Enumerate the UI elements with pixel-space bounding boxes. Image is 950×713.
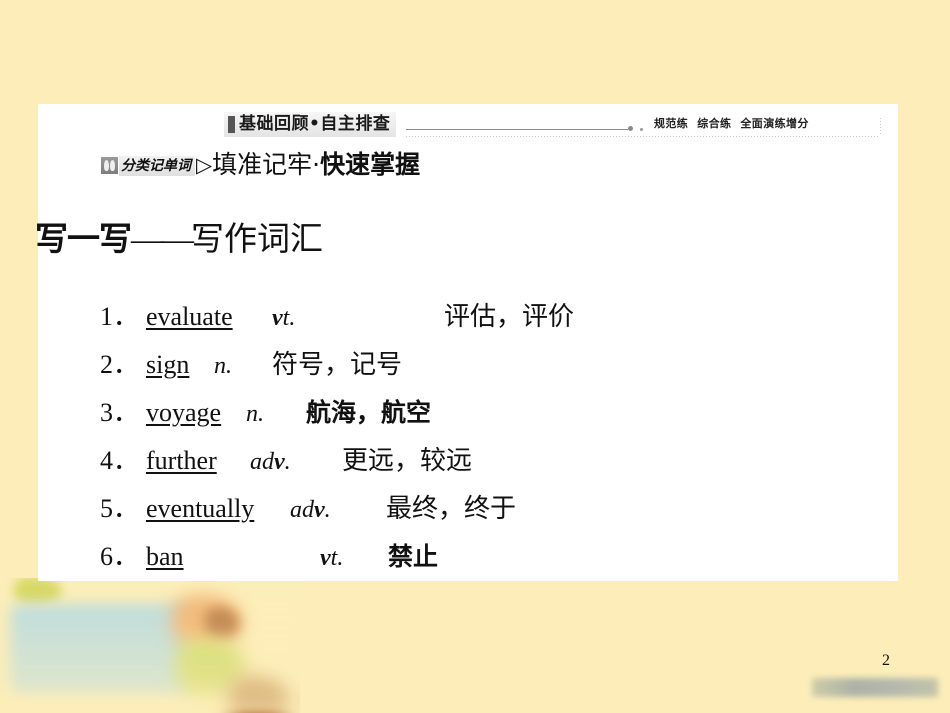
vocab-part-of-speech: vt.	[320, 545, 344, 571]
page-title-dash: ——	[131, 222, 194, 258]
vocab-word: evaluate	[146, 302, 233, 331]
section-dotted-underline	[406, 136, 880, 137]
vocab-row: 2． sign n. 符号，记号	[100, 344, 880, 392]
vocab-word: voyage	[146, 398, 222, 427]
vocab-index: 1．	[100, 302, 140, 331]
vocab-index: 3．	[100, 398, 140, 427]
section-header: 基础回顾•自主排查 规范练 综合练 全面演练增分	[224, 112, 884, 138]
page-title-strong: 写一写	[35, 219, 132, 258]
section-label-1: 规范练	[654, 117, 689, 130]
vocab-index: 4．	[100, 446, 140, 475]
vocab-meaning: 更远，较远	[342, 446, 473, 475]
section-rule-dot-small	[640, 128, 643, 131]
vocab-meaning: 禁止	[388, 542, 439, 571]
page-title: 写一写——写作词汇	[35, 222, 323, 257]
section-rule-line	[406, 129, 628, 130]
vocab-part-of-speech: adv.	[250, 449, 291, 475]
section-right-labels: 规范练 综合练 全面演练增分	[654, 115, 809, 131]
page-number: 2	[882, 652, 890, 669]
watermark-bar	[812, 678, 938, 697]
content-panel: 基础回顾•自主排查 规范练 综合练 全面演练增分 分类记单词 ▷ 填准记牢·快速掌握…	[35, 104, 898, 584]
vocab-row: 1． evaluate vt. 评估，评价	[100, 296, 880, 344]
vocab-row: 5． eventually adv. 最终，终于	[100, 488, 880, 536]
vocab-meaning: 航海，航空	[306, 398, 432, 427]
sub-title-separator: ·	[312, 150, 321, 179]
section-title-box: 基础回顾•自主排查	[224, 112, 397, 137]
vocab-row: 4． further adv. 更远，较远	[100, 440, 880, 488]
vocab-meaning: 最终，终于	[386, 494, 517, 523]
vocab-word: eventually	[146, 494, 255, 523]
decorative-photo-bottom-left	[0, 578, 300, 713]
section-dotted-endcap	[880, 118, 881, 136]
section-rule-dot-large	[628, 126, 633, 131]
vocab-word: further	[146, 446, 217, 475]
section-label-2: 综合练	[697, 117, 732, 130]
vocab-part-of-speech: adv.	[290, 497, 331, 523]
sub-header: 分类记单词 ▷ 填准记牢·快速掌握	[101, 150, 421, 179]
section-marker-bar	[228, 116, 235, 133]
triangle-right-icon: ▷	[196, 153, 213, 178]
vocab-part-of-speech: n.	[214, 353, 232, 379]
sub-header-title: 填准记牢·快速掌握	[212, 150, 421, 179]
page-title-rest: 写作词汇	[191, 222, 323, 258]
sub-title-part1: 填准记牢	[212, 150, 313, 179]
vocab-row: 3． voyage n. 航海，航空	[100, 392, 880, 440]
vocab-part-of-speech: n.	[246, 401, 264, 427]
section-title-text: 基础回顾•自主排查	[239, 114, 391, 134]
fleur-badge-icon	[101, 157, 118, 175]
vocab-part-of-speech: vt.	[272, 305, 296, 331]
sub-title-part2: 快速掌握	[320, 150, 421, 179]
vocab-index: 6．	[100, 542, 140, 571]
vocab-index: 2．	[100, 350, 140, 379]
vocab-row: 6． ban vt. 禁止	[100, 536, 880, 584]
sub-header-tag: 分类记单词	[119, 155, 195, 177]
vocab-meaning: 符号，记号	[272, 350, 403, 379]
vocab-word: sign	[146, 350, 190, 379]
vocab-meaning: 评估，评价	[444, 302, 575, 331]
deco-haze-overlay	[0, 578, 300, 713]
vocab-index: 5．	[100, 494, 140, 523]
vocab-word: ban	[146, 542, 184, 571]
section-label-3: 全面演练增分	[740, 117, 809, 130]
vocabulary-list: 1． evaluate vt. 评估，评价 2． sign n. 符号，记号 3． voyage n…	[100, 296, 880, 584]
